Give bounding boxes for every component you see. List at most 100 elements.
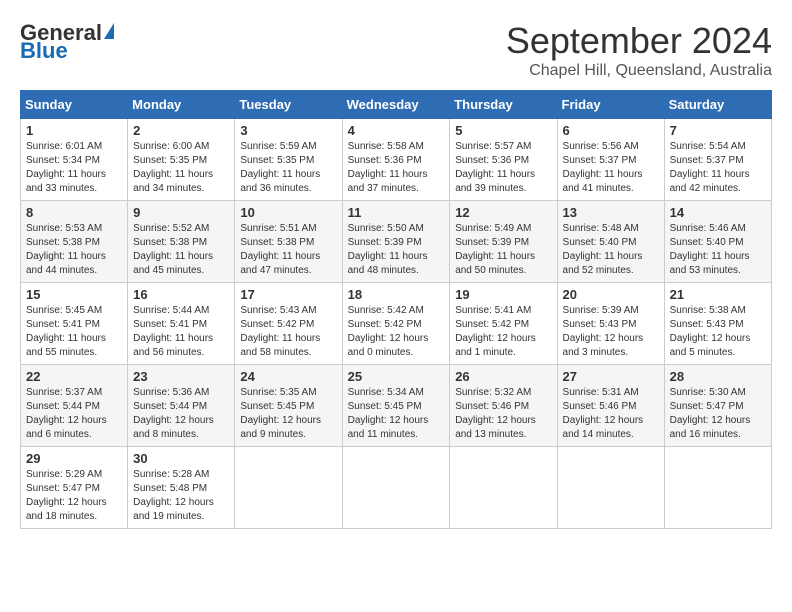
- day-info: Sunrise: 5:49 AMSunset: 5:39 PMDaylight:…: [455, 222, 551, 278]
- day-cell-26: 26 Sunrise: 5:32 AMSunset: 5:46 PMDayligh…: [450, 365, 557, 447]
- logo-icon: [104, 23, 114, 39]
- day-number: 12: [455, 205, 551, 220]
- day-info: Sunrise: 5:46 AMSunset: 5:40 PMDaylight:…: [670, 222, 766, 278]
- day-cell-5: 5 Sunrise: 5:57 AMSunset: 5:36 PMDaylight…: [450, 119, 557, 201]
- location-title: Chapel Hill, Queensland, Australia: [506, 62, 772, 80]
- logo: General Blue: [20, 20, 114, 64]
- day-number: 4: [348, 123, 445, 138]
- day-number: 17: [240, 287, 336, 302]
- day-cell-14: 14 Sunrise: 5:46 AMSunset: 5:40 PMDayligh…: [664, 201, 771, 283]
- day-info: Sunrise: 5:45 AMSunset: 5:41 PMDaylight:…: [26, 304, 122, 360]
- empty-cell: [235, 447, 342, 529]
- day-cell-22: 22Sunrise: 5:37 AMSunset: 5:44 PMDayligh…: [21, 365, 128, 447]
- day-number: 24: [240, 369, 336, 384]
- day-info: Sunrise: 5:57 AMSunset: 5:36 PMDaylight:…: [455, 140, 551, 196]
- day-cell-19: 19 Sunrise: 5:41 AMSunset: 5:42 PMDayligh…: [450, 283, 557, 365]
- day-info: Sunrise: 5:41 AMSunset: 5:42 PMDaylight:…: [455, 304, 551, 360]
- week-row-1: 1 Sunrise: 6:01 AMSunset: 5:34 PMDaylight…: [21, 119, 772, 201]
- day-cell-8: 8 Sunrise: 5:53 AMSunset: 5:38 PMDaylight…: [21, 201, 128, 283]
- day-number: 20: [563, 287, 659, 302]
- day-cell-6: 6Sunrise: 5:56 AMSunset: 5:37 PMDaylight…: [557, 119, 664, 201]
- day-info: Sunrise: 5:53 AMSunset: 5:38 PMDaylight:…: [26, 222, 122, 278]
- day-cell-15: 15 Sunrise: 5:45 AMSunset: 5:41 PMDayligh…: [21, 283, 128, 365]
- title-area: September 2024 Chapel Hill, Queensland, …: [506, 20, 772, 80]
- day-cell-30: 30 Sunrise: 5:28 AMSunset: 5:48 PMDayligh…: [128, 447, 235, 529]
- day-number: 19: [455, 287, 551, 302]
- day-number: 28: [670, 369, 766, 384]
- day-info: Sunrise: 6:00 AMSunset: 5:35 PMDaylight:…: [133, 140, 229, 196]
- day-cell-25: 25Sunrise: 5:34 AMSunset: 5:45 PMDayligh…: [342, 365, 450, 447]
- day-cell-27: 27Sunrise: 5:31 AMSunset: 5:46 PMDayligh…: [557, 365, 664, 447]
- day-info: Sunrise: 6:01 AMSunset: 5:34 PMDaylight:…: [26, 140, 122, 196]
- day-cell-29: 29 Sunrise: 5:29 AMSunset: 5:47 PMDayligh…: [21, 447, 128, 529]
- day-info: Sunrise: 5:35 AMSunset: 5:45 PMDaylight:…: [240, 386, 336, 442]
- day-cell-28: 28 Sunrise: 5:30 AMSunset: 5:47 PMDayligh…: [664, 365, 771, 447]
- header-cell-thursday: Thursday: [450, 91, 557, 119]
- day-number: 22: [26, 369, 122, 384]
- day-info: Sunrise: 5:43 AMSunset: 5:42 PMDaylight:…: [240, 304, 336, 360]
- day-number: 14: [670, 205, 766, 220]
- day-number: 18: [348, 287, 445, 302]
- empty-cell: [557, 447, 664, 529]
- day-number: 3: [240, 123, 336, 138]
- header-row: SundayMondayTuesdayWednesdayThursdayFrid…: [21, 91, 772, 119]
- day-number: 11: [348, 205, 445, 220]
- day-cell-11: 11 Sunrise: 5:50 AMSunset: 5:39 PMDayligh…: [342, 201, 450, 283]
- day-info: Sunrise: 5:44 AMSunset: 5:41 PMDaylight:…: [133, 304, 229, 360]
- week-row-2: 8 Sunrise: 5:53 AMSunset: 5:38 PMDaylight…: [21, 201, 772, 283]
- empty-cell: [664, 447, 771, 529]
- day-number: 23: [133, 369, 229, 384]
- header-cell-monday: Monday: [128, 91, 235, 119]
- header-cell-sunday: Sunday: [21, 91, 128, 119]
- header-cell-saturday: Saturday: [664, 91, 771, 119]
- day-cell-4: 4 Sunrise: 5:58 AMSunset: 5:36 PMDaylight…: [342, 119, 450, 201]
- day-info: Sunrise: 5:58 AMSunset: 5:36 PMDaylight:…: [348, 140, 445, 196]
- day-info: Sunrise: 5:29 AMSunset: 5:47 PMDaylight:…: [26, 468, 122, 524]
- month-title: September 2024: [506, 20, 772, 62]
- header-cell-tuesday: Tuesday: [235, 91, 342, 119]
- day-cell-23: 23 Sunrise: 5:36 AMSunset: 5:44 PMDayligh…: [128, 365, 235, 447]
- day-number: 8: [26, 205, 122, 220]
- day-info: Sunrise: 5:28 AMSunset: 5:48 PMDaylight:…: [133, 468, 229, 524]
- day-info: Sunrise: 5:32 AMSunset: 5:46 PMDaylight:…: [455, 386, 551, 442]
- day-info: Sunrise: 5:48 AMSunset: 5:40 PMDaylight:…: [563, 222, 659, 278]
- day-number: 21: [670, 287, 766, 302]
- day-number: 29: [26, 451, 122, 466]
- week-row-4: 22Sunrise: 5:37 AMSunset: 5:44 PMDayligh…: [21, 365, 772, 447]
- day-number: 6: [563, 123, 659, 138]
- day-number: 10: [240, 205, 336, 220]
- day-number: 13: [563, 205, 659, 220]
- week-row-5: 29 Sunrise: 5:29 AMSunset: 5:47 PMDayligh…: [21, 447, 772, 529]
- day-cell-10: 10 Sunrise: 5:51 AMSunset: 5:38 PMDayligh…: [235, 201, 342, 283]
- day-cell-3: 3Sunrise: 5:59 AMSunset: 5:35 PMDaylight…: [235, 119, 342, 201]
- day-number: 2: [133, 123, 229, 138]
- day-info: Sunrise: 5:39 AMSunset: 5:43 PMDaylight:…: [563, 304, 659, 360]
- calendar-table: SundayMondayTuesdayWednesdayThursdayFrid…: [20, 90, 772, 529]
- day-cell-17: 17 Sunrise: 5:43 AMSunset: 5:42 PMDayligh…: [235, 283, 342, 365]
- day-cell-16: 16 Sunrise: 5:44 AMSunset: 5:41 PMDayligh…: [128, 283, 235, 365]
- day-info: Sunrise: 5:36 AMSunset: 5:44 PMDaylight:…: [133, 386, 229, 442]
- day-number: 7: [670, 123, 766, 138]
- day-cell-1: 1 Sunrise: 6:01 AMSunset: 5:34 PMDaylight…: [21, 119, 128, 201]
- week-row-3: 15 Sunrise: 5:45 AMSunset: 5:41 PMDayligh…: [21, 283, 772, 365]
- day-info: Sunrise: 5:34 AMSunset: 5:45 PMDaylight:…: [348, 386, 445, 442]
- day-number: 1: [26, 123, 122, 138]
- day-cell-9: 9Sunrise: 5:52 AMSunset: 5:38 PMDaylight…: [128, 201, 235, 283]
- day-info: Sunrise: 5:50 AMSunset: 5:39 PMDaylight:…: [348, 222, 445, 278]
- day-number: 26: [455, 369, 551, 384]
- day-info: Sunrise: 5:54 AMSunset: 5:37 PMDaylight:…: [670, 140, 766, 196]
- header-cell-friday: Friday: [557, 91, 664, 119]
- day-cell-2: 2 Sunrise: 6:00 AMSunset: 5:35 PMDaylight…: [128, 119, 235, 201]
- day-cell-20: 20 Sunrise: 5:39 AMSunset: 5:43 PMDayligh…: [557, 283, 664, 365]
- day-cell-13: 13 Sunrise: 5:48 AMSunset: 5:40 PMDayligh…: [557, 201, 664, 283]
- day-info: Sunrise: 5:30 AMSunset: 5:47 PMDaylight:…: [670, 386, 766, 442]
- day-cell-21: 21Sunrise: 5:38 AMSunset: 5:43 PMDayligh…: [664, 283, 771, 365]
- day-number: 5: [455, 123, 551, 138]
- page-header: General Blue September 2024 Chapel Hill,…: [20, 20, 772, 80]
- day-cell-12: 12 Sunrise: 5:49 AMSunset: 5:39 PMDayligh…: [450, 201, 557, 283]
- day-number: 16: [133, 287, 229, 302]
- day-number: 30: [133, 451, 229, 466]
- day-cell-24: 24 Sunrise: 5:35 AMSunset: 5:45 PMDayligh…: [235, 365, 342, 447]
- day-info: Sunrise: 5:51 AMSunset: 5:38 PMDaylight:…: [240, 222, 336, 278]
- day-number: 15: [26, 287, 122, 302]
